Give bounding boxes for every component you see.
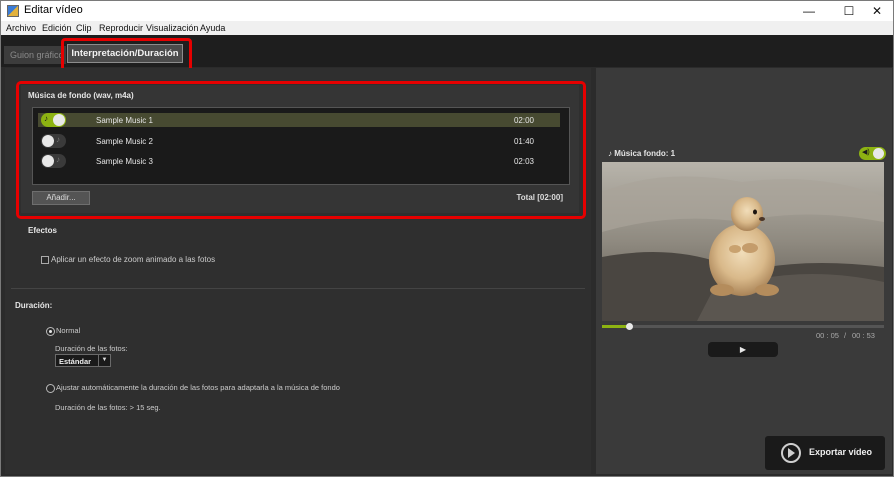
play-button[interactable]: ▶ bbox=[708, 342, 778, 357]
track-toggle[interactable]: ♪ bbox=[41, 134, 66, 148]
window-title: Editar vídeo bbox=[24, 4, 83, 16]
menu-visualizacion[interactable]: Visualización bbox=[146, 23, 198, 33]
effects-heading: Efectos bbox=[28, 226, 57, 235]
total-time: 00 : 53 bbox=[852, 331, 875, 340]
auto-duration-info: Duración de las fotos: > 15 seg. bbox=[55, 403, 161, 412]
tab-storyboard[interactable]: Guion gráfico bbox=[4, 46, 66, 64]
music-track-row[interactable]: ♪ Sample Music 2 01:40 bbox=[38, 134, 560, 148]
export-film-icon bbox=[781, 443, 801, 463]
zoom-effect-checkbox[interactable] bbox=[41, 256, 49, 264]
speaker-icon: ◀) bbox=[862, 149, 870, 156]
menu-ayuda[interactable]: Ayuda bbox=[200, 23, 225, 33]
add-music-button[interactable]: Añadir... bbox=[32, 191, 90, 205]
close-button[interactable]: ✕ bbox=[861, 1, 893, 21]
menu-bar: Archivo Edición Clip Reproducir Visualiz… bbox=[1, 21, 893, 35]
music-track-row[interactable]: ♪ Sample Music 1 02:00 bbox=[38, 113, 560, 127]
title-bar: Editar vídeo — ☐ ✕ bbox=[1, 1, 893, 21]
music-total: Total [02:00] bbox=[516, 193, 563, 202]
menu-edicion[interactable]: Edición bbox=[42, 23, 72, 33]
music-muted-icon: ♪ bbox=[56, 135, 60, 144]
bgm-toggle[interactable]: ◀) bbox=[859, 147, 886, 160]
seek-bar[interactable] bbox=[602, 325, 884, 328]
current-time: 00 : 05 bbox=[816, 331, 839, 340]
auto-duration-radio[interactable] bbox=[46, 384, 55, 393]
highlight-frame-tab bbox=[61, 38, 192, 72]
export-video-button[interactable]: Exportar vídeo bbox=[765, 436, 885, 470]
music-track-row[interactable]: ♪ Sample Music 3 02:03 bbox=[38, 154, 560, 168]
play-icon: ▶ bbox=[739, 345, 747, 354]
photo-duration-select[interactable]: Estándar ▼ bbox=[55, 354, 111, 367]
app-window: Editar vídeo — ☐ ✕ Archivo Edición Clip … bbox=[0, 0, 894, 477]
export-label: Exportar vídeo bbox=[809, 447, 873, 457]
normal-radio[interactable] bbox=[46, 327, 55, 336]
app-icon bbox=[7, 5, 19, 17]
track-duration: 02:00 bbox=[513, 116, 534, 125]
track-name: Sample Music 2 bbox=[96, 137, 153, 146]
duration-heading: Duración: bbox=[15, 301, 53, 310]
menu-clip[interactable]: Clip bbox=[76, 23, 92, 33]
minimize-button[interactable]: — bbox=[793, 1, 825, 21]
prairie-dog-photo bbox=[602, 162, 884, 321]
bgm-label-text: Música fondo: 1 bbox=[614, 149, 676, 158]
track-duration: 02:03 bbox=[513, 157, 534, 166]
section-divider bbox=[11, 288, 585, 289]
track-name: Sample Music 3 bbox=[96, 157, 153, 166]
track-toggle[interactable]: ♪ bbox=[41, 154, 66, 168]
seek-progress bbox=[602, 325, 629, 328]
normal-label: Normal bbox=[56, 326, 81, 335]
music-muted-icon: ♪ bbox=[56, 155, 60, 164]
seek-handle[interactable] bbox=[625, 323, 633, 330]
music-note-icon: ♪ bbox=[44, 114, 48, 123]
menu-archivo[interactable]: Archivo bbox=[6, 23, 36, 33]
auto-duration-label: Ajustar automáticamente la duración de l… bbox=[56, 383, 340, 392]
bgm-label: ♪ Música fondo: 1 bbox=[608, 149, 675, 158]
chevron-down-icon: ▼ bbox=[98, 355, 110, 366]
photo-duration-value: Estándar bbox=[59, 357, 92, 366]
zoom-effect-label: Aplicar un efecto de zoom animado a las … bbox=[51, 255, 216, 264]
photo-duration-label: Duración de las fotos: bbox=[55, 344, 128, 353]
track-duration: 01:40 bbox=[513, 137, 534, 146]
video-preview bbox=[602, 162, 884, 321]
track-toggle[interactable]: ♪ bbox=[41, 113, 66, 127]
menu-reproducir[interactable]: Reproducir bbox=[99, 23, 143, 33]
track-name: Sample Music 1 bbox=[96, 116, 153, 125]
time-separator: / bbox=[844, 331, 847, 340]
music-heading: Música de fondo (wav, m4a) bbox=[28, 91, 134, 100]
